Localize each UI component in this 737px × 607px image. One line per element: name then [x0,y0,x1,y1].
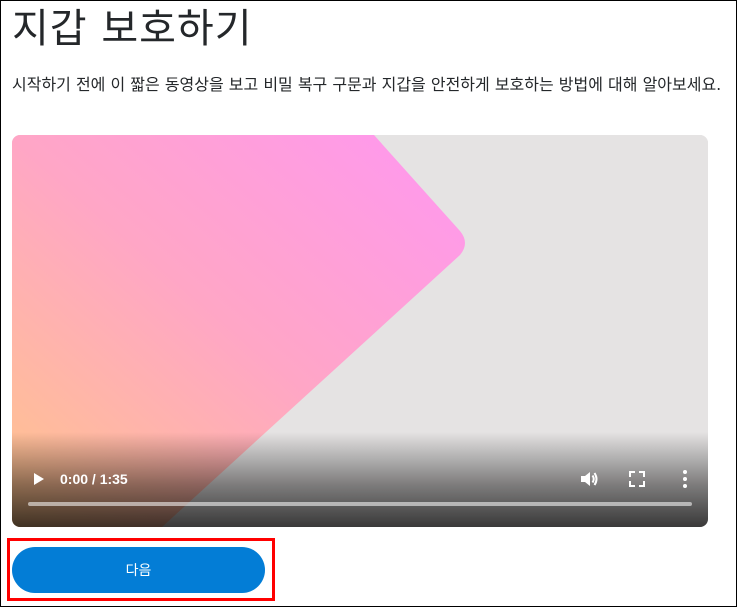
video-time: 0:00 / 1:35 [60,471,128,487]
more-options-icon[interactable] [676,468,694,490]
page-description: 시작하기 전에 이 짧은 동영상을 보고 비밀 복구 구문과 지갑을 안전하게 … [12,75,722,94]
volume-icon[interactable] [578,468,600,490]
play-icon[interactable] [28,469,48,489]
video-progress-bar[interactable] [28,502,692,506]
page-title: 지갑 보호하기 [12,6,253,52]
next-button[interactable]: 다음 [12,547,265,593]
fullscreen-icon[interactable] [628,470,646,488]
video-player[interactable]: 0:00 / 1:35 [12,135,708,527]
